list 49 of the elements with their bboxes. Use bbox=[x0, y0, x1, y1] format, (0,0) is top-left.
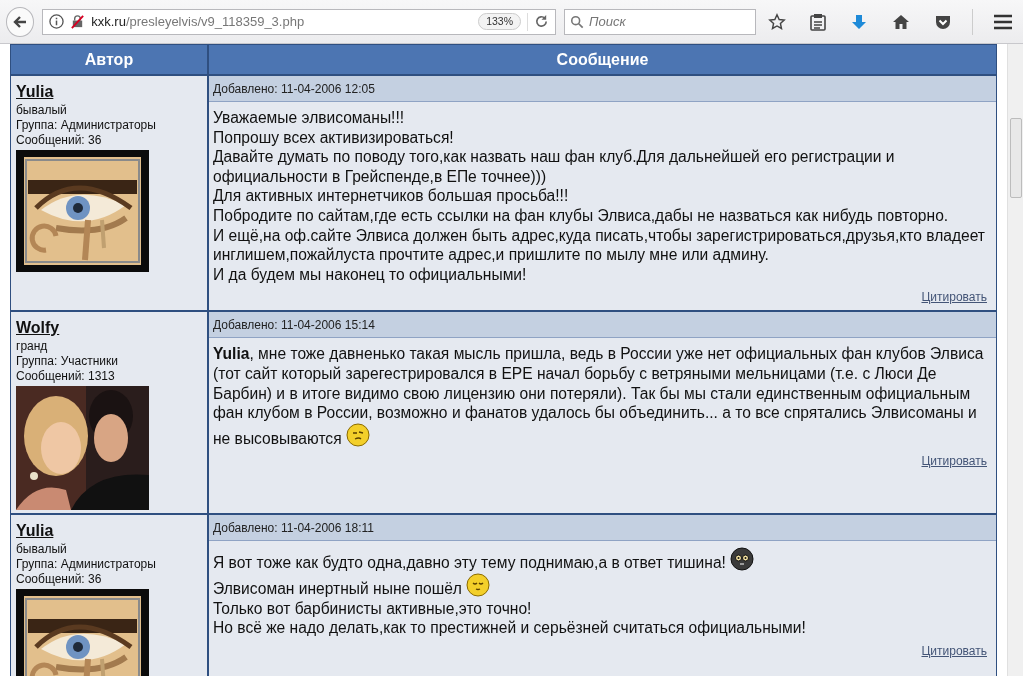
message-text: И да будем мы наконец то официальными! bbox=[213, 265, 527, 283]
message-text: Я вот тоже как будто одна,давно эту тему поднимаю,а в ответ тишина! bbox=[213, 554, 726, 572]
author-group: Группа: Администраторы bbox=[16, 118, 202, 133]
message-text: официальности в Грейспенде,в ЕПе точнее))) bbox=[213, 167, 547, 185]
post-count: Сообщений: 1313 bbox=[16, 369, 116, 385]
message-text: Попрошу всех активизироваться! bbox=[213, 128, 454, 146]
post-date: Добавлено: 11-04-2006 18:11 bbox=[209, 515, 996, 542]
author-group: Группа: Администраторы bbox=[16, 557, 202, 573]
message-text: Yulia, мне тоже давненько такая мысль пришла, ведь в России уже нет официальных фан клубов Элвиса bbox=[213, 345, 984, 363]
message-text: (тот сайт который зарегестрировался в ЕРЕ начал борьбу с ветряными мельницами (т.е. с Люси Де bbox=[213, 364, 937, 382]
post-date: Добавлено: 11-04-2006 12:05 bbox=[209, 76, 996, 102]
author-group: Группа: Участники bbox=[16, 354, 202, 370]
message-text: Побродите по сайтам,где есть ссылки на фан клубы Элвиса,дабы не назваться как нибудь повторно. bbox=[213, 206, 949, 224]
back-arrow-icon bbox=[12, 13, 29, 30]
insecure-lock-icon[interactable] bbox=[70, 14, 86, 29]
message-text: И ещё,на оф.сайте Элвиса должен быть адрес,куда писать,чтобы зарегистрироваться,друзья,кто владеет bbox=[213, 226, 985, 244]
message-text: Только вот барбинисты активные,это точно! bbox=[213, 599, 532, 617]
scrollbar[interactable] bbox=[1007, 44, 1023, 676]
message-text: Элвисоман инертный ныне пошёл bbox=[213, 579, 462, 597]
url-text: kxk.ru/presleyelvis/v9_118359_3.php bbox=[91, 12, 306, 31]
post-count: Сообщений: 36 bbox=[16, 133, 103, 148]
author-rank: бывалый bbox=[16, 103, 68, 118]
reload-icon[interactable] bbox=[534, 14, 549, 29]
address-bar[interactable]: kxk.ru/presleyelvis/v9_118359_3.php 133% bbox=[42, 8, 556, 35]
message-text: не высовываются bbox=[213, 429, 342, 447]
author-rank: бывалый bbox=[16, 542, 68, 558]
message-text: Для активных интернетчиков большая просьба!!! bbox=[213, 187, 569, 205]
scrollbar-thumb[interactable] bbox=[1010, 118, 1022, 198]
message-text: Но всё же надо делать,как то престижней и серьёзней считаться официальными! bbox=[213, 619, 806, 637]
back-button[interactable] bbox=[6, 6, 35, 37]
message-text: инглишем,пожайлуста прочтите адрес,и пришлите по мылу мне или админу. bbox=[213, 246, 769, 264]
post-date: Добавлено: 11-04-2006 15:14 bbox=[209, 312, 996, 339]
post-count: Сообщений: 36 bbox=[16, 572, 103, 588]
info-icon[interactable] bbox=[49, 14, 65, 29]
quote-link[interactable]: Цитировать bbox=[921, 454, 987, 469]
zoom-level[interactable]: 133% bbox=[478, 12, 521, 31]
author-link[interactable]: Yulia bbox=[16, 81, 54, 103]
message-text: Уважаемые элвисоманы!!! bbox=[213, 109, 405, 126]
quote-link[interactable]: Цитировать bbox=[921, 290, 987, 305]
author-link[interactable]: Wolfy bbox=[16, 317, 60, 340]
search-field[interactable]: Поиск bbox=[564, 8, 756, 35]
message-text: Давайте думать по поводу того,как назвать наш фан клуб.Для дальнейшей его регистрации и bbox=[213, 148, 895, 166]
message-text: Барбин) и в итоге видимо свою лицензию они потеряли). Так бы мы стали единственным официальным bbox=[213, 384, 971, 402]
author-rank: гранд bbox=[16, 339, 49, 355]
search-icon bbox=[570, 14, 584, 29]
message-text: фан клубом в России, возможно и фанатов удалось бы объединить... а то все спрятались Элвисоманы и bbox=[213, 404, 977, 422]
quote-link[interactable]: Цитировать bbox=[921, 643, 987, 658]
column-header: Сообщение bbox=[555, 49, 650, 70]
author-link[interactable]: Yulia bbox=[16, 520, 54, 543]
